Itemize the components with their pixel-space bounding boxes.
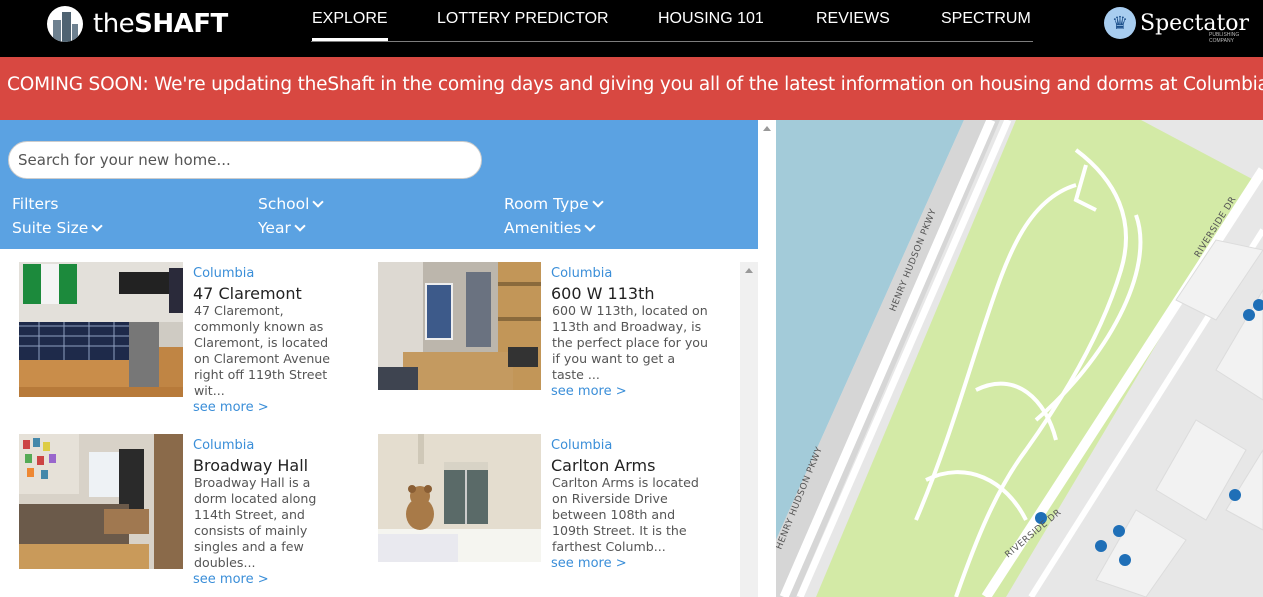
see-more-link[interactable]: see more > — [551, 556, 627, 571]
theshaft-logo[interactable]: theSHAFT — [47, 5, 228, 42]
logo-text: theSHAFT — [93, 8, 228, 39]
dorm-photo[interactable] — [19, 262, 183, 397]
announcement-banner: COMING SOON: We're updating theShaft in … — [0, 57, 1263, 120]
spectator-sub: PUBLISHING COMPANY — [1209, 32, 1240, 44]
see-more-link[interactable]: see more > — [551, 384, 627, 399]
nav-lottery-predictor[interactable]: LOTTERY PREDICTOR — [437, 10, 609, 28]
listing-description: Broadway Hall is a dorm located along 11… — [194, 475, 317, 570]
filter-panel: Filters School Room Type Suite Size Year… — [0, 120, 758, 249]
listing-school: Columbia — [551, 266, 613, 281]
listing-title[interactable]: 47 Claremont — [193, 284, 302, 303]
listing-description: 47 Claremont, commonly known as Claremon… — [194, 303, 331, 398]
listing-description: 600 W 113th, located on 113th and Broadw… — [552, 303, 708, 382]
filter-amenities[interactable]: Amenities — [504, 219, 597, 237]
filters-label: Filters — [12, 195, 59, 213]
crown-icon: ♛ — [1104, 7, 1136, 39]
listing-title[interactable]: Broadway Hall — [193, 456, 308, 475]
chevron-down-icon — [91, 220, 103, 232]
banner-text: COMING SOON: We're updating theShaft in … — [7, 74, 1263, 95]
filter-school[interactable]: School — [258, 195, 325, 213]
listing-card[interactable]: Columbia 47 Claremont 47 Claremont, comm… — [0, 249, 360, 421]
listing-school: Columbia — [193, 266, 255, 281]
page-scrollbar[interactable] — [758, 120, 776, 597]
filter-suite-size[interactable]: Suite Size — [12, 219, 103, 237]
main-nav: EXPLORE LOTTERY PREDICTOR HOUSING 101 RE… — [311, 0, 1033, 42]
see-more-link[interactable]: see more > — [193, 400, 269, 415]
filter-room-type[interactable]: Room Type — [504, 195, 604, 213]
listing-card[interactable]: Columbia 600 W 113th 600 W 113th, locate… — [360, 249, 740, 421]
search-input[interactable] — [8, 141, 482, 179]
filter-year[interactable]: Year — [258, 219, 306, 237]
chevron-down-icon — [312, 196, 325, 208]
dorm-photo[interactable] — [378, 434, 541, 562]
chevron-down-icon — [584, 220, 597, 232]
nav-reviews[interactable]: REVIEWS — [816, 10, 890, 28]
top-nav: theSHAFT EXPLORE LOTTERY PREDICTOR HOUSI… — [0, 0, 1263, 57]
listing-title[interactable]: 600 W 113th — [551, 284, 654, 303]
filter-room-type-label: Room Type — [504, 195, 589, 213]
map-view[interactable]: HENRY HUDSON PKWY HENRY HUDSON PKWY RIVE… — [776, 120, 1263, 597]
listing-title[interactable]: Carlton Arms — [551, 456, 655, 475]
listings-scrollbar[interactable] — [740, 262, 758, 597]
see-more-link[interactable]: see more > — [193, 572, 269, 587]
listings-panel: Columbia 47 Claremont 47 Claremont, comm… — [0, 249, 758, 597]
listing-school: Columbia — [193, 438, 255, 453]
scroll-up-icon[interactable] — [763, 126, 771, 131]
scroll-up-icon[interactable] — [745, 268, 753, 273]
nav-spectrum[interactable]: SPECTRUM — [941, 10, 1031, 28]
chevron-down-icon — [592, 196, 604, 208]
listing-description: Carlton Arms is located on Riverside Dri… — [552, 475, 699, 554]
filter-suite-size-label: Suite Size — [12, 219, 89, 237]
filter-year-label: Year — [258, 219, 291, 237]
chevron-down-icon — [294, 220, 306, 232]
listing-school: Columbia — [551, 438, 613, 453]
dorm-photo[interactable] — [19, 434, 183, 569]
listing-card[interactable]: Columbia Carlton Arms Carlton Arms is lo… — [360, 421, 740, 597]
dorm-photo[interactable] — [378, 262, 541, 390]
filter-school-label: School — [258, 195, 310, 213]
nav-explore[interactable]: EXPLORE — [312, 10, 388, 41]
listing-card[interactable]: Columbia Broadway Hall Broadway Hall is … — [0, 421, 360, 597]
building-logo-icon — [47, 5, 83, 42]
nav-housing-101[interactable]: HOUSING 101 — [658, 10, 764, 28]
filter-amenities-label: Amenities — [504, 219, 582, 237]
